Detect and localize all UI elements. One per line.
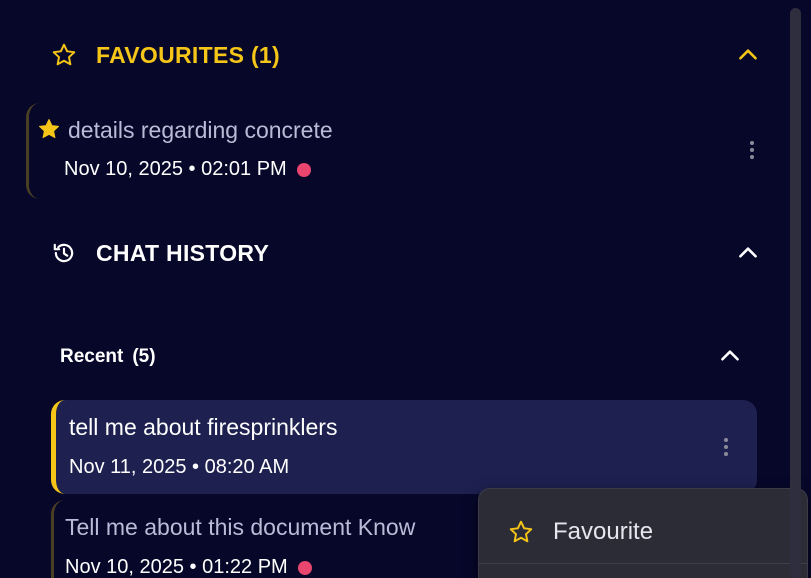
scrollbar-thumb[interactable] — [790, 8, 801, 578]
favourites-title: FAVOURITES (1) — [96, 41, 280, 68]
context-menu: Favourite — [478, 488, 808, 578]
star-filled-icon — [37, 117, 61, 146]
chat-item-timestamp: Nov 10, 2025 • 01:22 PM — [65, 556, 288, 578]
favourite-item-meta: Nov 10, 2025 • 02:01 PM — [64, 158, 311, 181]
status-dot — [297, 560, 312, 575]
favourite-item-timestamp: Nov 10, 2025 • 02:01 PM — [64, 158, 287, 180]
chat-item-timestamp: Nov 11, 2025 • 08:20 AM — [69, 456, 290, 478]
chat-item-active[interactable]: tell me about firesprinklers Nov 11, 202… — [51, 400, 757, 494]
chevron-up-icon[interactable] — [733, 238, 763, 268]
chat-item-title: tell me about firesprinklers — [69, 414, 338, 440]
status-dot — [296, 162, 311, 177]
favourites-header[interactable]: FAVOURITES (1) — [50, 35, 770, 75]
favourite-item[interactable]: details regarding concrete Nov 10, 2025 … — [26, 103, 771, 199]
recent-label: Recent — [60, 346, 124, 367]
chat-history-header[interactable]: CHAT HISTORY — [50, 233, 770, 273]
menu-item-favourite[interactable]: Favourite — [479, 509, 807, 555]
star-outline-icon — [50, 41, 78, 69]
chat-item-title: Tell me about this document Know — [65, 514, 416, 540]
menu-divider — [479, 563, 807, 564]
scrollbar[interactable] — [790, 0, 801, 578]
star-outline-icon — [507, 518, 535, 546]
recent-header[interactable]: Recent (5) — [60, 342, 156, 372]
chat-item-meta: Nov 10, 2025 • 01:22 PM — [65, 556, 312, 578]
chat-item-meta: Nov 11, 2025 • 08:20 AM — [69, 456, 289, 479]
history-icon — [50, 239, 78, 267]
menu-item-label: Favourite — [553, 518, 654, 545]
chevron-up-icon[interactable] — [715, 341, 745, 371]
recent-count: (5) — [132, 346, 156, 367]
chat-sidebar-panel: FAVOURITES (1) details regarding concret… — [0, 0, 811, 578]
kebab-menu-icon[interactable] — [740, 135, 764, 165]
favourite-item-title: details regarding concrete — [68, 117, 333, 143]
chevron-up-icon[interactable] — [733, 40, 763, 70]
kebab-menu-icon[interactable] — [714, 432, 738, 462]
chat-history-title: CHAT HISTORY — [96, 239, 270, 266]
